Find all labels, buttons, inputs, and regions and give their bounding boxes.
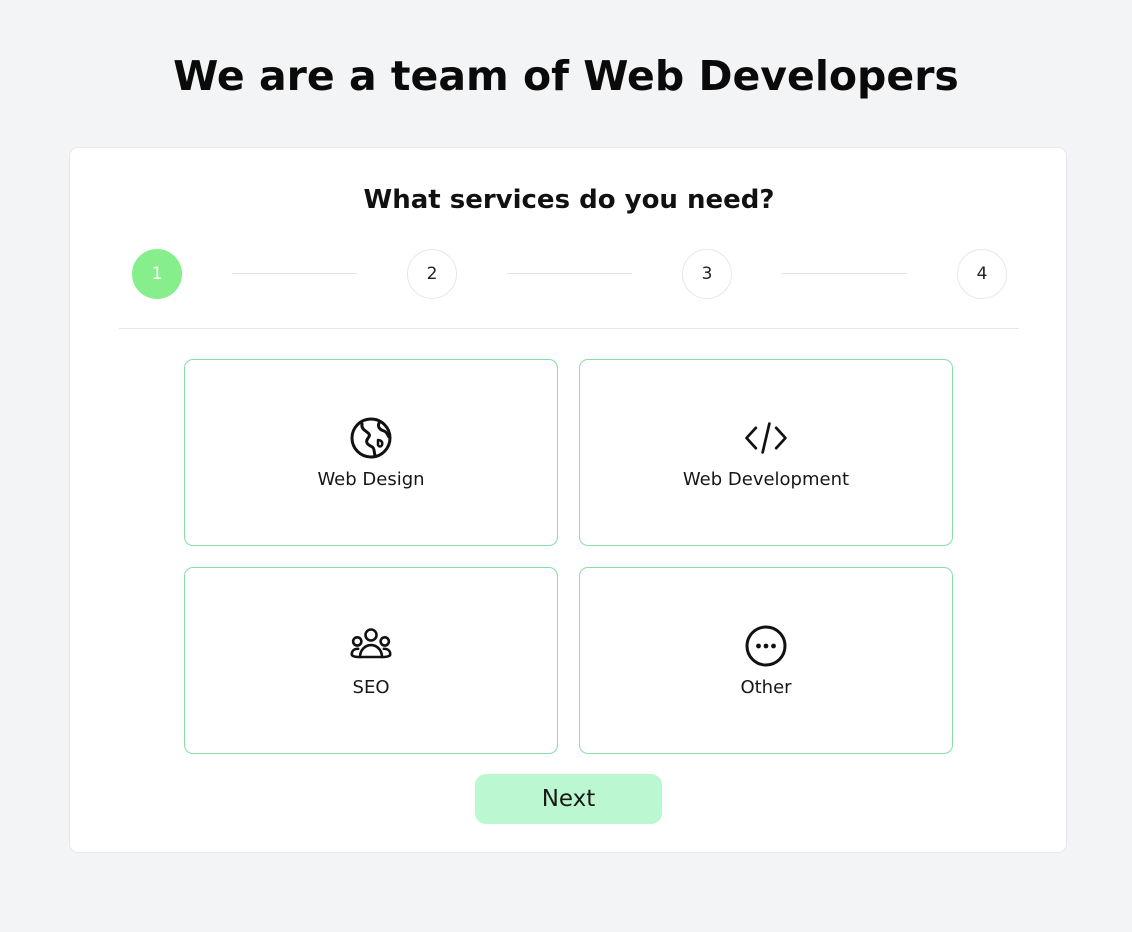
page-title: We are a team of Web Developers	[173, 52, 959, 100]
option-label: SEO	[352, 677, 390, 698]
option-label: Web Development	[682, 469, 850, 490]
step-2[interactable]: 2	[407, 249, 457, 299]
next-button[interactable]: Next	[475, 774, 662, 824]
code-icon	[744, 416, 788, 460]
stepper: 1 2 3 4	[132, 249, 1007, 299]
question-heading: What services do you need?	[363, 185, 775, 215]
step-connector	[782, 273, 907, 274]
step-connector	[232, 273, 357, 274]
option-label: Web Design	[317, 469, 425, 490]
step-3[interactable]: 3	[682, 249, 732, 299]
divider	[119, 328, 1019, 329]
service-form-card: What services do you need? 1 2 3 4 Web D…	[69, 147, 1067, 853]
option-seo[interactable]: SEO	[184, 567, 558, 754]
ellipsis-circle-icon	[744, 624, 788, 668]
step-4[interactable]: 4	[957, 249, 1007, 299]
step-connector	[507, 273, 632, 274]
step-1[interactable]: 1	[132, 249, 182, 299]
option-label: Other	[740, 677, 792, 698]
option-other[interactable]: Other	[579, 567, 953, 754]
users-group-icon	[349, 624, 393, 668]
option-web-design[interactable]: Web Design	[184, 359, 558, 546]
globe-icon	[349, 416, 393, 460]
option-web-development[interactable]: Web Development	[579, 359, 953, 546]
